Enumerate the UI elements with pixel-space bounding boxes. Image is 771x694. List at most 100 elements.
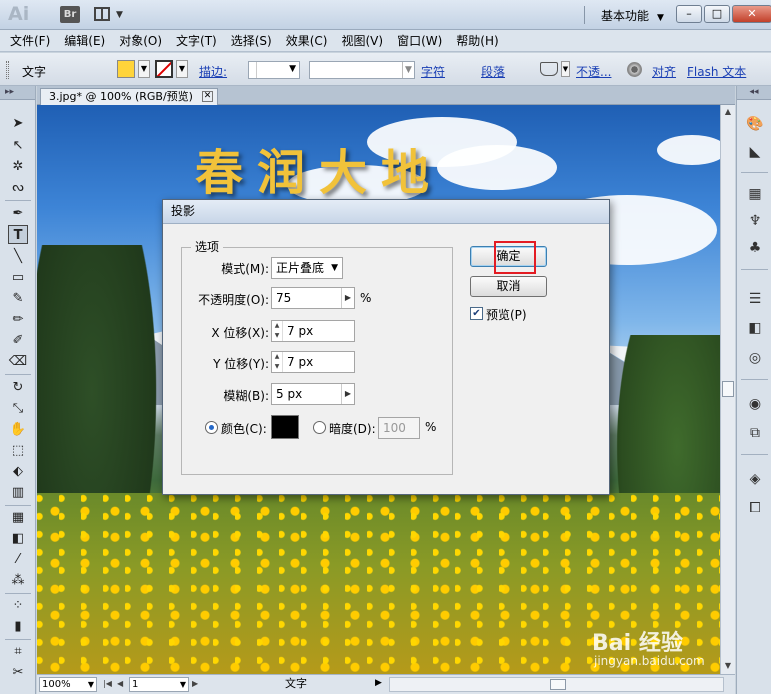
rectangle-tool-icon[interactable]: ▭ <box>8 268 28 287</box>
opacity-panel-link[interactable]: 不透... <box>576 63 611 80</box>
x-offset-input[interactable]: ▲ ▼ 7 px <box>271 320 355 342</box>
poster-title-text[interactable]: 春润大地 <box>195 133 443 203</box>
y-offset-input[interactable]: ▲ ▼ 7 px <box>271 351 355 373</box>
arrange-documents-button[interactable]: ▼ <box>94 6 128 23</box>
color-panel-icon[interactable]: 🎨 <box>745 114 765 134</box>
warp-tool-icon[interactable]: ✋ <box>8 420 28 439</box>
menu-window[interactable]: 窗口(W) <box>397 32 442 49</box>
stepper-icon[interactable] <box>249 62 257 78</box>
recolor-artwork-icon[interactable] <box>627 62 642 77</box>
stepper-icon[interactable]: ▲ ▼ <box>272 352 283 372</box>
cancel-button[interactable]: 取消 <box>470 276 547 297</box>
scroll-thumb[interactable] <box>550 679 566 690</box>
magic-wand-tool-icon[interactable]: ✲ <box>8 157 28 176</box>
appearance-panel-icon[interactable]: ◉ <box>745 394 765 414</box>
type-tool-icon[interactable]: T <box>8 225 28 244</box>
previous-artboard-icon[interactable]: ◀ <box>117 679 123 688</box>
selection-tool-icon[interactable]: ➤ <box>8 114 28 133</box>
close-tab-icon[interactable]: ✕ <box>201 91 213 102</box>
brush-library-icon[interactable] <box>540 62 558 76</box>
pen-tool-icon[interactable]: ✒ <box>8 204 28 223</box>
menu-select[interactable]: 选择(S) <box>231 32 272 49</box>
first-artboard-icon[interactable]: |◀ <box>103 679 112 688</box>
scroll-down-icon[interactable]: ▼ <box>721 659 735 673</box>
column-graph-tool-icon[interactable]: ▮ <box>8 617 28 636</box>
menu-type[interactable]: 文字(T) <box>176 32 217 49</box>
symbol-sprayer-tool-icon[interactable]: ⁘ <box>8 596 28 615</box>
chevron-down-icon[interactable]: ▼ <box>180 678 186 691</box>
shadow-color-swatch[interactable] <box>271 415 299 439</box>
layers-panel-icon[interactable]: ◈ <box>745 469 765 489</box>
artboard-number-select[interactable]: 1 ▼ <box>129 677 189 692</box>
bridge-button[interactable]: Br <box>60 6 80 23</box>
fill-dropdown-icon[interactable]: ▼ <box>138 60 150 78</box>
color-radio[interactable] <box>205 421 218 434</box>
chevron-right-icon[interactable]: ▶ <box>341 384 354 404</box>
blend-tool-icon[interactable]: ⁂ <box>8 571 28 590</box>
eraser-tool-icon[interactable]: ⌫ <box>8 352 28 371</box>
next-artboard-icon[interactable]: ▶ <box>192 679 198 688</box>
minimize-button[interactable]: – <box>676 5 702 23</box>
swatches-panel-icon[interactable]: ▦ <box>745 184 765 204</box>
artboards-panel-icon[interactable]: ⧠ <box>745 498 765 518</box>
fill-color-swatch[interactable] <box>117 60 135 78</box>
color-guide-icon[interactable]: ◣ <box>745 142 765 162</box>
free-transform-tool-icon[interactable]: ⬚ <box>8 441 28 460</box>
gradient-tool-icon[interactable]: ◧ <box>8 529 28 548</box>
line-tool-icon[interactable]: ╲ <box>8 247 28 266</box>
menu-edit[interactable]: 编辑(E) <box>64 32 105 49</box>
chevron-right-icon[interactable]: ▶ <box>341 288 354 308</box>
slice-tool-icon[interactable]: ✂ <box>8 663 28 682</box>
flash-text-link[interactable]: Flash 文本 <box>687 63 746 80</box>
stroke-link[interactable]: 描边: <box>199 63 227 80</box>
vertical-scrollbar[interactable]: ▲ ▼ <box>720 105 735 674</box>
stroke-panel-icon[interactable]: ☰ <box>745 289 765 309</box>
mesh-tool-icon[interactable]: ▦ <box>8 508 28 527</box>
font-family-input[interactable]: ▼ <box>309 61 415 79</box>
chevron-down-icon[interactable]: ▼ <box>402 62 414 78</box>
menu-effect[interactable]: 效果(C) <box>286 32 328 49</box>
panel-collapse-icon[interactable]: ▸▸ <box>0 86 35 100</box>
opacity-input[interactable]: 75 ▶ <box>271 287 355 309</box>
chevron-down-icon[interactable]: ▼ <box>289 64 296 74</box>
graphic-styles-panel-icon[interactable]: ⧉ <box>745 423 765 443</box>
stroke-dropdown-icon[interactable]: ▼ <box>176 60 188 78</box>
transparency-panel-icon[interactable]: ◎ <box>745 348 765 368</box>
menu-view[interactable]: 视图(V) <box>341 32 383 49</box>
brushes-panel-icon[interactable]: ♆ <box>745 211 765 231</box>
zoom-select[interactable]: 100% ▼ <box>39 677 97 692</box>
scroll-thumb[interactable] <box>722 381 734 397</box>
chevron-down-icon[interactable]: ▼ <box>331 258 338 278</box>
status-menu-icon[interactable]: ▶ <box>375 678 382 688</box>
horizontal-scrollbar[interactable] <box>389 677 724 692</box>
darkness-radio[interactable] <box>313 421 326 434</box>
gradient-panel-icon[interactable]: ◧ <box>745 318 765 338</box>
close-button[interactable]: ✕ <box>732 5 771 23</box>
align-panel-link[interactable]: 对齐 <box>652 63 676 80</box>
menu-object[interactable]: 对象(O) <box>119 32 162 49</box>
blur-input[interactable]: 5 px ▶ <box>271 383 355 405</box>
preview-checkbox[interactable]: ✔ <box>470 307 483 320</box>
character-panel-link[interactable]: 字符 <box>421 63 445 80</box>
panel-grip-icon[interactable] <box>6 61 9 79</box>
symbols-panel-icon[interactable]: ♣ <box>745 238 765 258</box>
chevron-down-icon[interactable]: ▼ <box>561 61 570 77</box>
chevron-down-icon[interactable]: ▼ <box>88 678 94 691</box>
scroll-up-icon[interactable]: ▲ <box>721 105 735 119</box>
artboard-tool-icon[interactable]: ⌗ <box>8 642 28 661</box>
menu-help[interactable]: 帮助(H) <box>456 32 498 49</box>
graph-tool-icon[interactable]: ▥ <box>8 483 28 502</box>
rotate-tool-icon[interactable]: ↻ <box>8 378 28 397</box>
panel-expand-icon[interactable]: ◂◂ <box>737 86 771 100</box>
document-tab[interactable]: 3.jpg* @ 100% (RGB/预览) ✕ <box>40 88 218 105</box>
shape-builder-tool-icon[interactable]: ⬖ <box>8 462 28 481</box>
maximize-button[interactable]: □ <box>704 5 730 23</box>
eyedropper-tool-icon[interactable]: ⁄ <box>8 550 28 569</box>
stroke-weight-input[interactable]: ▼ <box>248 61 300 79</box>
paintbrush-tool-icon[interactable]: ✎ <box>8 289 28 308</box>
paragraph-panel-link[interactable]: 段落 <box>481 63 505 80</box>
darkness-input[interactable]: 100 <box>378 417 420 439</box>
pencil-tool-icon[interactable]: ✏ <box>8 310 28 329</box>
stroke-none-swatch[interactable] <box>155 60 173 78</box>
workspace-switcher[interactable]: 基本功能 ▼ <box>601 7 664 24</box>
